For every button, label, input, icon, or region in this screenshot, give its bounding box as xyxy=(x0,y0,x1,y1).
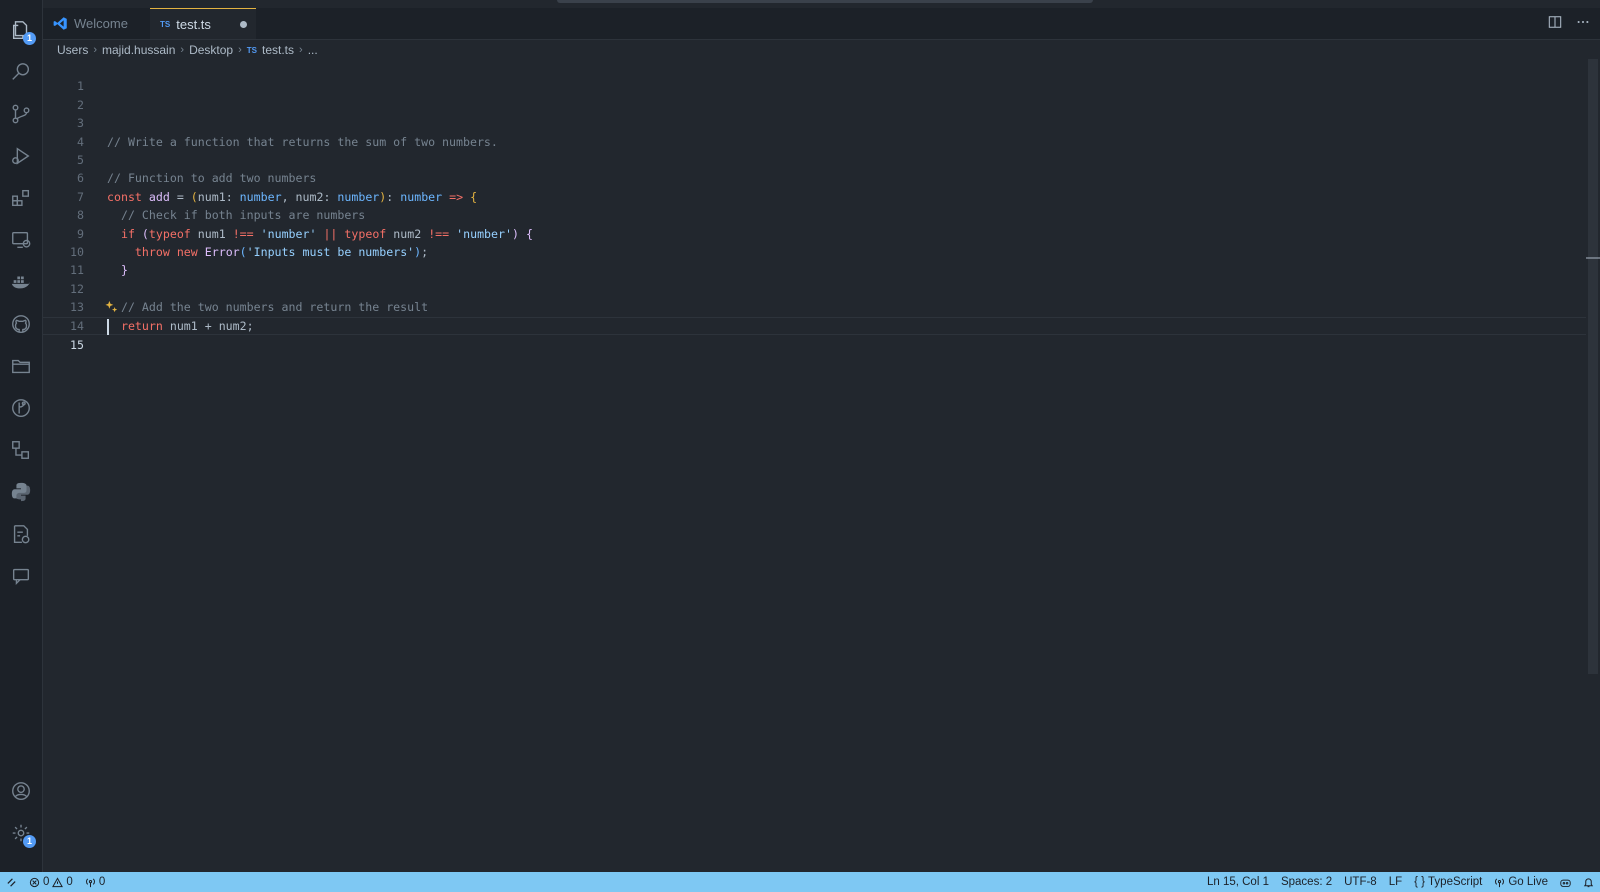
run-debug-icon[interactable] xyxy=(0,138,42,174)
code-line: 9 throw new Error('Inputs must be number… xyxy=(43,206,1586,259)
code-line: 2 xyxy=(43,77,1586,112)
cursor-position[interactable]: Ln 15, Col 1 xyxy=(1201,872,1275,892)
chevron-right-icon: › xyxy=(180,44,185,56)
breadcrumb-item[interactable]: Users xyxy=(57,43,88,57)
code-line: 4 xyxy=(43,114,1586,149)
ports-indicator[interactable]: 0 xyxy=(79,872,111,892)
breadcrumb-item[interactable]: test.ts xyxy=(262,43,294,57)
chevron-right-icon: › xyxy=(238,44,242,56)
remote-explorer-icon[interactable] xyxy=(0,222,42,258)
extensions-icon[interactable] xyxy=(0,180,42,216)
bell-icon xyxy=(1583,877,1594,887)
ports-count: 0 xyxy=(98,876,106,888)
source-control-icon[interactable] xyxy=(0,96,42,132)
language-label: TypeScript xyxy=(1428,876,1483,888)
account-icon[interactable] xyxy=(0,773,42,809)
scrollbar-thumb[interactable] xyxy=(1588,59,1598,674)
warning-icon xyxy=(52,876,64,887)
code-line: 7 // Check if both inputs are numbers xyxy=(43,169,1586,222)
explorer-badge: 1 xyxy=(23,32,36,45)
error-icon xyxy=(29,877,40,887)
copilot-sparkle-icon[interactable] xyxy=(105,300,119,314)
status-bar: 0 0 0 Ln 15, Col 1 Spaces: 2 UTF-8 LF { … xyxy=(0,872,1600,892)
indentation[interactable]: Spaces: 2 xyxy=(1275,872,1338,892)
code-line: 5 // Function to add two numbers xyxy=(43,133,1586,185)
broadcast-icon xyxy=(85,877,95,887)
copilot-status[interactable] xyxy=(1554,872,1577,892)
remote-icon xyxy=(7,877,16,887)
broadcast-icon xyxy=(1495,877,1505,887)
line-number: 15 xyxy=(70,338,84,352)
ts-file-icon: TS xyxy=(160,19,171,29)
warning-count: 0 xyxy=(66,876,73,888)
activity-bar: 1 1 xyxy=(0,0,43,872)
explorer-icon[interactable]: 1 xyxy=(0,12,42,48)
vertical-scrollbar[interactable] xyxy=(1586,59,1600,872)
tab-label: Welcome xyxy=(74,16,128,31)
vscode-logo-icon xyxy=(53,17,67,30)
error-count: 0 xyxy=(43,876,50,888)
command-center[interactable] xyxy=(557,0,1093,3)
code-editor[interactable]: 1 2 3 // Write a function that returns t… xyxy=(43,59,1600,872)
end-of-line[interactable]: LF xyxy=(1383,872,1408,892)
problems-indicator[interactable]: 0 0 xyxy=(23,872,79,892)
search-icon[interactable] xyxy=(0,54,42,90)
python-icon[interactable] xyxy=(0,474,42,510)
split-editor-icon[interactable] xyxy=(1548,15,1562,29)
unsaved-dot-icon[interactable] xyxy=(240,21,247,28)
settings-badge: 1 xyxy=(23,835,36,848)
cursor-position-marker xyxy=(1586,257,1600,259)
remote-indicator[interactable] xyxy=(0,872,23,892)
tab-test-ts[interactable]: TS test.ts xyxy=(150,8,256,39)
manage-gear-icon[interactable]: 1 xyxy=(0,815,42,851)
ts-file-icon: TS xyxy=(246,45,257,55)
braces-icon: { } xyxy=(1414,876,1426,888)
go-live-button[interactable]: Go Live xyxy=(1488,872,1554,892)
more-actions-icon[interactable] xyxy=(1576,15,1590,29)
go-live-label: Go Live xyxy=(1508,876,1548,888)
chat-icon[interactable] xyxy=(0,558,42,594)
breadcrumb: Users › majid.hussain › Desktop › TS tes… xyxy=(57,41,318,59)
chevron-right-icon: › xyxy=(299,44,303,56)
test-icon[interactable] xyxy=(0,516,42,552)
text-cursor xyxy=(107,318,109,335)
notifications-bell[interactable] xyxy=(1577,872,1600,892)
code-line: 1 xyxy=(43,59,1586,93)
structure-icon[interactable] xyxy=(0,432,42,468)
tab-bar: Welcome TS test.ts xyxy=(43,8,1600,40)
folder-manager-icon[interactable] xyxy=(0,348,42,384)
code-line: 13 return num1 + num2; xyxy=(43,280,1586,332)
copilot-icon xyxy=(1560,879,1571,887)
code-line: 8 if (typeof num1 !== 'number' || typeof… xyxy=(43,188,1586,240)
breadcrumb-item[interactable]: majid.hussain xyxy=(102,43,175,57)
code-line: 14 xyxy=(43,298,1586,333)
tab-welcome[interactable]: Welcome xyxy=(43,8,150,39)
docker-icon[interactable] xyxy=(0,264,42,300)
code-line: 10 } xyxy=(43,225,1586,277)
gitlens-icon[interactable] xyxy=(0,390,42,426)
breadcrumb-item[interactable]: Desktop xyxy=(189,43,233,57)
code-line: 3 // Write a function that returns the s… xyxy=(43,96,1586,148)
breadcrumb-item[interactable]: ... xyxy=(308,43,318,57)
language-mode[interactable]: { } TypeScript xyxy=(1408,872,1488,892)
code-line: 6 const add = (num1: number, num2: numbe… xyxy=(43,151,1586,203)
github-icon[interactable] xyxy=(0,306,42,342)
code-line: 12 // Add the two numbers and return the… xyxy=(43,261,1586,314)
code-line-current: 15 xyxy=(43,316,1586,352)
chevron-right-icon: › xyxy=(93,44,98,56)
code-line: 11 xyxy=(43,243,1586,277)
editor-actions xyxy=(1548,15,1590,29)
encoding[interactable]: UTF-8 xyxy=(1338,872,1383,892)
tab-label: test.ts xyxy=(176,16,211,32)
